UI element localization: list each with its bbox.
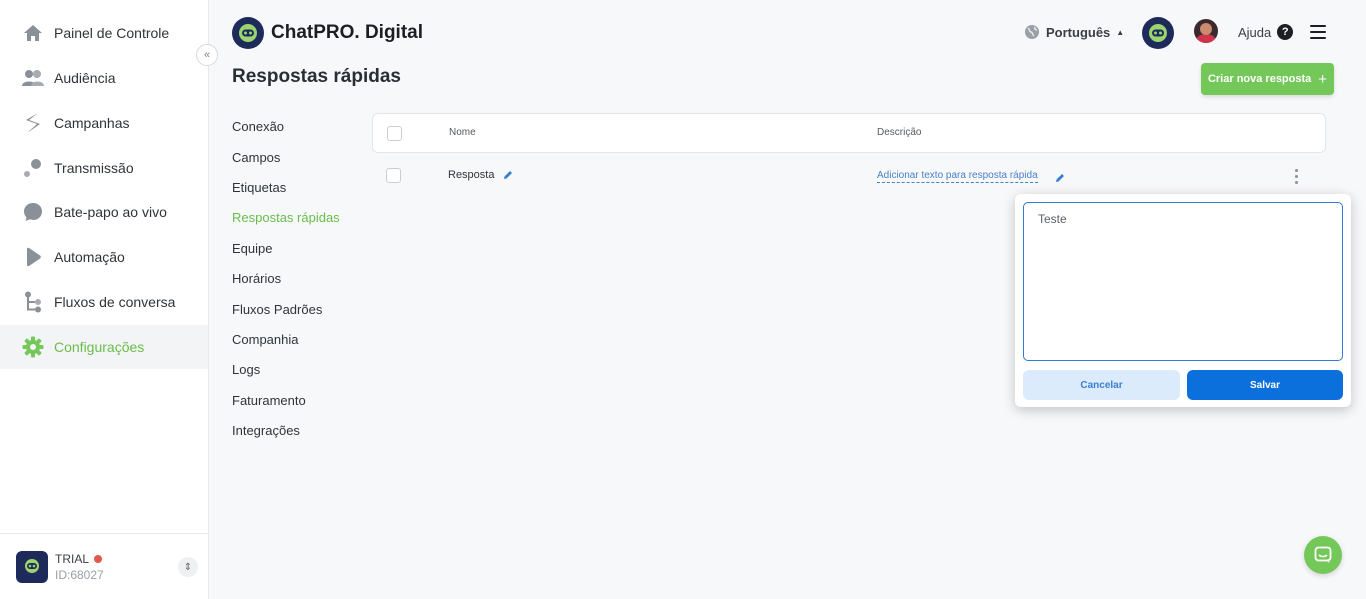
sidebar-item-fluxos[interactable]: Fluxos de conversa [0, 280, 208, 324]
bot-account-icon[interactable] [1142, 17, 1174, 49]
settings-item-fluxos-padroes[interactable]: Fluxos Padrões [232, 302, 322, 317]
account-switcher[interactable]: TRIAL ID:68027 ⇕ [0, 533, 208, 599]
settings-item-faturamento[interactable]: Faturamento [232, 393, 306, 408]
save-button[interactable]: Salvar [1187, 370, 1343, 400]
sidebar-item-audiencia[interactable]: Audiência [0, 56, 208, 100]
account-plan: TRIAL [55, 551, 104, 567]
column-header-description[interactable]: Descrição [877, 127, 921, 138]
description-edit-popover: Cancelar Salvar [1015, 194, 1351, 407]
hamburger-menu-icon[interactable] [1310, 25, 1326, 39]
status-dot-icon [94, 554, 103, 563]
settings-item-conexao[interactable]: Conexão [232, 119, 284, 134]
sidebar-item-label: Automação [54, 249, 125, 265]
sidebar-item-label: Transmissão [54, 160, 134, 176]
sidebar-item-bate-papo[interactable]: Bate-papo ao vivo [0, 190, 208, 234]
help-button[interactable]: Ajuda ? [1238, 24, 1294, 40]
create-response-button[interactable]: Criar nova resposta + [1201, 63, 1334, 95]
brand-name: ChatPRO. Digital [271, 22, 424, 43]
language-label: Português [1046, 24, 1111, 40]
row-name: Resposta [448, 169, 513, 181]
collapse-sidebar-button[interactable]: « [196, 44, 218, 66]
brand: ChatPRO. Digital [232, 17, 423, 49]
sidebar-item-label: Audiência [54, 70, 116, 86]
sidebar-item-configuracoes[interactable]: Configurações [0, 325, 208, 369]
sidebar-item-label: Campanhas [54, 115, 130, 131]
support-chat-button[interactable] [1304, 536, 1342, 574]
sidebar: Painel de Controle Audiência Campanhas T… [0, 0, 209, 599]
question-icon: ? [1277, 24, 1294, 40]
create-response-label: Criar nova resposta [1207, 73, 1312, 85]
account-id: ID:68027 [55, 567, 104, 582]
up-down-chevron-icon[interactable]: ⇕ [178, 557, 198, 577]
flow-icon [22, 291, 44, 313]
settings-item-horarios[interactable]: Horários [232, 271, 281, 286]
sidebar-item-transmissao[interactable]: Transmissão [0, 146, 208, 190]
settings-item-integracoes[interactable]: Integrações [232, 423, 300, 438]
help-label: Ajuda [1238, 24, 1272, 40]
column-header-name[interactable]: Nome [449, 127, 476, 138]
edit-name-pencil-icon[interactable] [503, 170, 513, 180]
cancel-button[interactable]: Cancelar [1023, 370, 1180, 400]
settings-item-campos[interactable]: Campos [232, 150, 280, 165]
sidebar-item-automacao[interactable]: Automação [0, 235, 208, 279]
gear-icon [22, 336, 44, 358]
select-all-checkbox[interactable] [387, 126, 402, 141]
settings-item-logs[interactable]: Logs [232, 362, 260, 377]
campaign-icon [22, 112, 44, 134]
sidebar-item-label: Painel de Controle [54, 25, 170, 41]
settings-item-equipe[interactable]: Equipe [232, 241, 272, 256]
sidebar-item-painel[interactable]: Painel de Controle [0, 11, 208, 55]
table-header: Nome Descrição [372, 113, 1326, 153]
account-logo [16, 550, 48, 583]
plan-label: TRIAL [55, 551, 90, 566]
settings-item-respostas-rapidas[interactable]: Respostas rápidas [232, 210, 340, 225]
people-icon [22, 67, 44, 89]
home-icon [22, 22, 44, 44]
edit-description-pencil-icon[interactable] [1055, 170, 1065, 188]
sidebar-item-label: Fluxos de conversa [54, 294, 176, 310]
user-avatar[interactable] [1194, 19, 1218, 43]
language-selector[interactable]: Português ▲ [1024, 24, 1124, 40]
row-more-options-icon[interactable] [1295, 169, 1298, 184]
globe-icon [1025, 25, 1039, 39]
plus-icon: + [1318, 70, 1328, 88]
brand-logo-icon [232, 17, 264, 49]
sidebar-item-campanhas[interactable]: Campanhas [0, 101, 208, 145]
row-name-text: Resposta [448, 169, 495, 181]
automation-icon [22, 246, 44, 268]
row-description-link[interactable]: Adicionar texto para resposta rápida [877, 170, 1038, 183]
row-checkbox[interactable] [386, 168, 401, 183]
settings-item-companhia[interactable]: Companhia [232, 332, 299, 347]
sidebar-item-label: Configurações [54, 339, 145, 355]
chat-bubble-icon [22, 201, 44, 223]
description-textarea[interactable] [1023, 202, 1343, 361]
broadcast-icon [22, 157, 44, 179]
chat-icon [1314, 546, 1332, 563]
caret-up-icon: ▲ [1116, 27, 1125, 37]
sidebar-item-label: Bate-papo ao vivo [54, 204, 167, 220]
settings-item-etiquetas[interactable]: Etiquetas [232, 180, 286, 195]
page-title: Respostas rápidas [232, 66, 401, 87]
